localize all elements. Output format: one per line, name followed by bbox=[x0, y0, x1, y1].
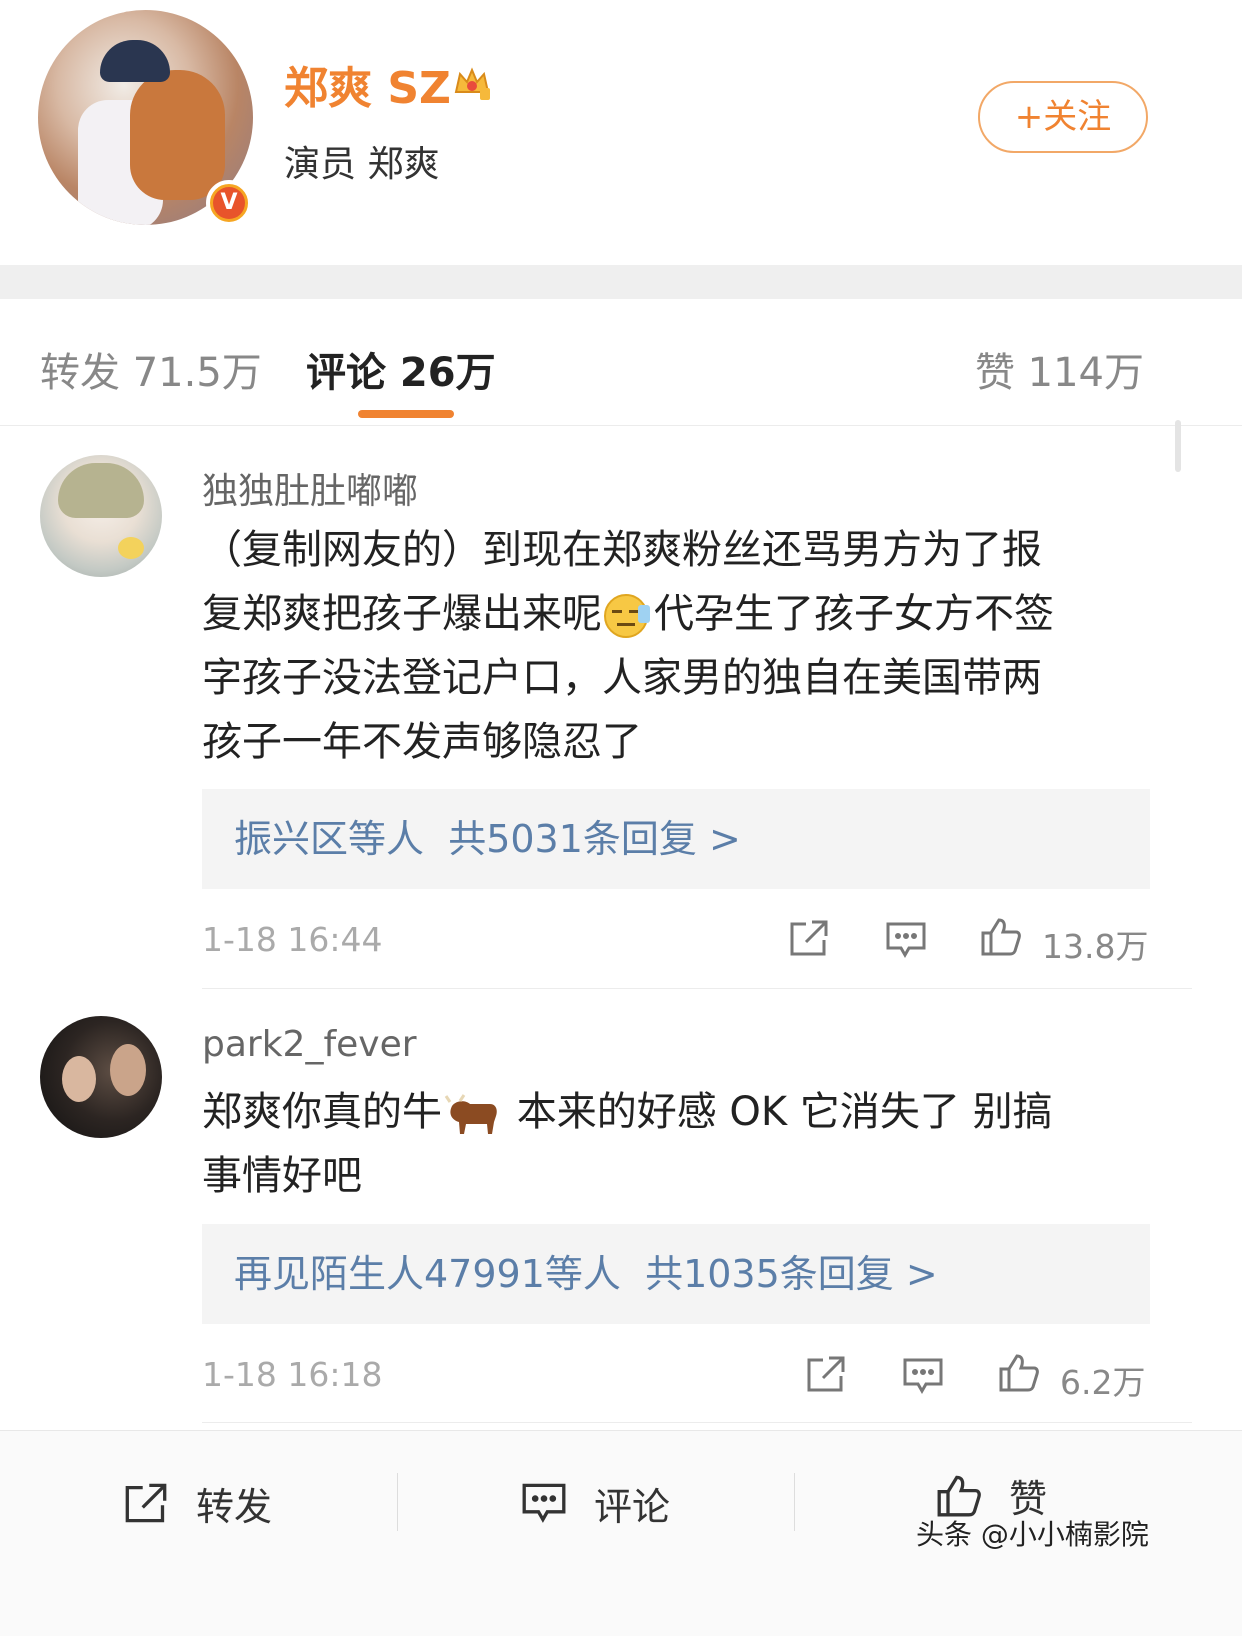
share-icon bbox=[125, 1483, 167, 1523]
bottom-comment-button[interactable]: 评论 bbox=[520, 1479, 670, 1529]
thumbs-up-icon[interactable] bbox=[998, 1352, 1040, 1392]
comment-text: （复制网友的）到现在郑爽粉丝还骂男方为了报 复郑爽把孩子爆出来呢 代孕生了孩子女… bbox=[202, 527, 1054, 765]
like-count: 6.2万 bbox=[1060, 1363, 1146, 1402]
active-tab-indicator bbox=[358, 410, 454, 418]
reply-count-link[interactable]: 共1035条回复 > bbox=[645, 1252, 938, 1296]
comment-icon[interactable] bbox=[902, 1356, 944, 1396]
reply-summary[interactable]: 再见陌生人47991等人 共1035条回复 > bbox=[202, 1224, 1150, 1324]
section-divider bbox=[0, 265, 1242, 299]
watermark: 头条 @小小楠影院 bbox=[916, 1518, 1149, 1551]
crown-icon bbox=[454, 67, 490, 100]
bottom-like-button[interactable]: 赞 bbox=[935, 1471, 1047, 1521]
share-icon[interactable] bbox=[805, 1354, 847, 1394]
comment-divider bbox=[202, 1422, 1192, 1423]
comment-divider bbox=[202, 988, 1192, 989]
comment-time: 1-18 16:18 bbox=[202, 1355, 383, 1394]
bar-separator bbox=[794, 1473, 795, 1531]
verified-v-icon: V bbox=[206, 180, 252, 226]
comment-avatar[interactable] bbox=[40, 1016, 162, 1138]
like-count: 13.8万 bbox=[1042, 927, 1149, 966]
comment-username[interactable]: park2_fever bbox=[202, 1024, 417, 1065]
expressionless-emoji-icon bbox=[604, 594, 650, 638]
bottom-action-bar: 转发 评论 赞 头条 @小小楠影院 bbox=[0, 1430, 1242, 1636]
share-icon[interactable] bbox=[788, 918, 830, 958]
reply-count-link[interactable]: 共5031条回复 > bbox=[448, 817, 741, 861]
tab-comment[interactable]: 评论 26万 bbox=[306, 340, 496, 398]
tab-bar: 转发 71.5万 评论 26万 赞 114万 bbox=[0, 300, 1242, 426]
comment-time: 1-18 16:44 bbox=[202, 920, 383, 959]
thumbs-up-icon[interactable] bbox=[980, 916, 1022, 956]
comment-avatar[interactable] bbox=[40, 455, 162, 577]
bar-separator bbox=[397, 1473, 398, 1531]
profile-name[interactable]: 郑爽 SZ bbox=[284, 52, 451, 116]
scrollbar[interactable] bbox=[1175, 420, 1181, 472]
comment-icon[interactable] bbox=[885, 920, 927, 960]
reply-users[interactable]: 再见陌生人47991等人 bbox=[234, 1252, 621, 1296]
thumbs-up-icon bbox=[937, 1475, 981, 1517]
comment-text: 郑爽你真的牛 本来的好感 OK 它消失了 别搞 事情好吧 bbox=[202, 1089, 1053, 1199]
reply-summary[interactable]: 振兴区等人 共5031条回复 > bbox=[202, 789, 1150, 889]
tab-like[interactable]: 赞 114万 bbox=[975, 340, 1144, 398]
profile-subtitle: 演员 郑爽 bbox=[284, 144, 440, 185]
comment-icon bbox=[522, 1483, 566, 1523]
ox-emoji-icon bbox=[444, 1094, 497, 1134]
bottom-repost-button[interactable]: 转发 bbox=[122, 1479, 272, 1529]
follow-button[interactable]: +关注 bbox=[978, 81, 1148, 153]
comment-username[interactable]: 独独肚肚嘟嘟 bbox=[202, 462, 418, 514]
tab-repost[interactable]: 转发 71.5万 bbox=[40, 340, 262, 398]
reply-users[interactable]: 振兴区等人 bbox=[234, 817, 424, 861]
profile-header: V 郑爽 SZ 演员 郑爽 +关注 bbox=[0, 0, 1242, 278]
